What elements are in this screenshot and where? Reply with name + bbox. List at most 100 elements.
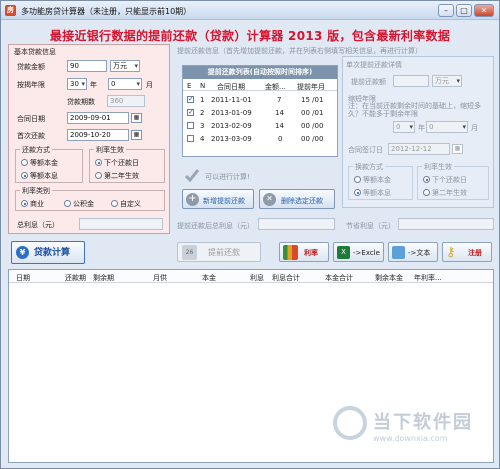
effect-second-year-radio[interactable]: 第二年生效 xyxy=(95,171,139,181)
radio-label: 下个还款日 xyxy=(432,176,467,184)
chart-icon xyxy=(283,245,298,260)
schedule-header: 日期 还款期 剩余期 月供 本金 利息 利息合计 本金合计 剩余本金 年利率..… xyxy=(9,270,493,283)
periods-label: 贷款期数 xyxy=(67,98,95,106)
row-amount: 14 xyxy=(275,122,284,130)
method-equal-principal-radio[interactable]: 等额本金 xyxy=(21,158,58,168)
detail-amount-label: 提前还款额 xyxy=(351,78,386,86)
amount-label: 贷款金额 xyxy=(17,63,45,71)
effect-next-date-radio[interactable]: 下个还款日 xyxy=(95,158,139,168)
row-ym: 00 /00 xyxy=(301,135,324,143)
watermark-logo-icon xyxy=(333,406,367,440)
years-label: 按揭年限 xyxy=(17,81,45,89)
detail-effect-group: 利率生效 下个还款日 第二年生效 xyxy=(417,162,489,200)
detail-years-unit: 年 xyxy=(418,124,425,132)
window-title: 多功能房贷计算器（未注册，只能显示前10期） xyxy=(21,7,192,16)
row-amount: 7 xyxy=(277,96,282,104)
first-pay-label: 首次还款 xyxy=(17,132,45,140)
prepay-row[interactable]: ✓ 1 2011-11-01 7 15 /01 xyxy=(183,94,337,106)
row-date: 2013-02-09 xyxy=(211,122,252,130)
add-prepay-button[interactable]: + 新增提前还款 xyxy=(182,189,254,209)
can-calc-text: 可以进行计算! xyxy=(205,173,250,181)
saved-interest-label: 节省利息（元） xyxy=(346,222,395,230)
basic-loan-panel: 基本贷款信息 贷款金额 90 万元 按揭年限 30 年 0 月 贷款期数 360… xyxy=(8,44,170,234)
key-icon: ⚷ xyxy=(446,245,456,260)
years-unit: 年 xyxy=(90,81,97,89)
close-button[interactable]: ✕ xyxy=(474,4,494,17)
col-e: E xyxy=(187,82,192,90)
detail-unit-select: 万元 xyxy=(432,75,462,87)
row-checkbox[interactable] xyxy=(187,135,194,142)
prepay-row[interactable]: 4 2013-03-09 0 00 /00 xyxy=(183,133,337,145)
watermark: 当下软件园 www.downxia.com xyxy=(333,396,493,460)
radio-label: 商业 xyxy=(30,200,44,208)
loan-calc-label: 贷款计算 xyxy=(34,248,71,258)
detail-months-select: 0 xyxy=(426,121,468,133)
method-equal-installment-radio[interactable]: 等额本息 xyxy=(21,171,58,181)
radio-label: 第二年生效 xyxy=(432,189,467,197)
first-pay-field[interactable]: 2009-10-20 xyxy=(67,129,129,141)
app-banner: 最接近银行数据的提前还款（贷款）计算器 2013 版，包含最新利率数据 xyxy=(49,29,451,43)
calendar-icon[interactable]: ▦ xyxy=(131,130,142,140)
row-checkbox[interactable]: ✓ xyxy=(187,109,194,116)
rate-custom-radio[interactable]: 自定义 xyxy=(111,199,141,209)
years-select[interactable]: 30 xyxy=(67,78,87,90)
title-bar: 房 多功能房贷计算器（未注册，只能显示前10期） – □ ✕ xyxy=(1,1,499,20)
col-remaining-principal: 剩余本金 xyxy=(375,274,403,282)
rate-commercial-radio[interactable]: 商业 xyxy=(21,199,44,209)
watermark-url: www.downxia.com xyxy=(373,434,448,443)
effect-group-title: 利率生效 xyxy=(94,145,126,155)
prepay-list[interactable]: 提前还款列表(自动按照时间排序) E N 合同日期 金额... 提前年月 ✓ 1… xyxy=(182,65,338,157)
row-ym: 00 /01 xyxy=(301,109,324,117)
rate-fund-radio[interactable]: 公积金 xyxy=(64,199,94,209)
radio-label: 等额本金 xyxy=(30,159,58,167)
excel-label: ->Excle xyxy=(353,249,380,257)
col-date: 合同日期 xyxy=(217,83,245,91)
prepay-group-title: 提前还款信息（首先增加提前还款，并在列表右侧填写相关信息，再进行计算） xyxy=(177,47,422,55)
amount-field[interactable]: 90 xyxy=(67,60,107,72)
radio-label: 公积金 xyxy=(73,200,94,208)
delete-prepay-button[interactable]: ✕ 删除选定还款 xyxy=(259,189,335,209)
col-n: N xyxy=(200,82,206,90)
detail-equal-installment-radio: 等额本息 xyxy=(354,188,391,198)
col-date: 日期 xyxy=(16,274,30,282)
contract-date-field[interactable]: 2009-09-01 xyxy=(67,112,129,124)
col-remaining: 剩余期 xyxy=(93,274,114,282)
detail-amount-field xyxy=(393,75,429,87)
maximize-button[interactable]: □ xyxy=(456,4,472,17)
loan-calc-button[interactable]: ¥ 贷款计算 xyxy=(11,241,85,264)
row-date: 2011-11-01 xyxy=(211,96,252,104)
col-annual-rate: 年利率... xyxy=(414,274,442,282)
app-window: 房 多功能房贷计算器（未注册，只能显示前10期） – □ ✕ 最接近银行数据的提… xyxy=(0,0,500,469)
prepay-row[interactable]: ✓ 2 2013-01-09 14 00 /01 xyxy=(183,107,337,119)
col-period: 还款期 xyxy=(65,274,86,282)
detail-years-select: 0 xyxy=(393,121,415,133)
amount-unit-select[interactable]: 万元 xyxy=(110,60,140,72)
total-interest-field xyxy=(79,218,163,230)
row-n: 3 xyxy=(200,122,205,130)
text-label: ->文本 xyxy=(408,249,431,257)
detail-group-title: 单次提前还款详情 xyxy=(346,61,402,69)
adjust-date-field: 2012-12-12 xyxy=(388,143,450,155)
row-date: 2013-01-09 xyxy=(211,109,252,117)
prepay-row[interactable]: 3 2013-02-09 14 00 /00 xyxy=(183,120,337,132)
register-button[interactable]: ⚷ 注册 xyxy=(442,242,492,262)
effect-group: 利率生效 下个还款日 第二年生效 xyxy=(89,145,165,183)
check-icon xyxy=(184,167,200,183)
export-text-button[interactable]: ->文本 xyxy=(388,242,438,262)
export-excel-button[interactable]: X ->Excle xyxy=(333,242,384,262)
row-checkbox[interactable] xyxy=(187,122,194,129)
shorten-note: 注：在当前还款剩余时间的基础上，缩短多久？不能多于剩余年限 xyxy=(348,102,481,118)
row-amount: 14 xyxy=(275,109,284,117)
contract-date-label: 合同日期 xyxy=(17,115,45,123)
minimize-button[interactable]: – xyxy=(438,4,454,17)
prepay-calc-label: 提前还款 xyxy=(208,248,240,257)
detail-effect-title: 利率生效 xyxy=(422,162,454,172)
radio-label: 第二年生效 xyxy=(104,172,139,180)
col-year-month: 提前年月 xyxy=(297,83,325,91)
row-ym: 15 /01 xyxy=(301,96,324,104)
rate-button[interactable]: 利率 xyxy=(279,242,329,262)
calendar-icon[interactable]: ▦ xyxy=(131,113,142,123)
months-select[interactable]: 0 xyxy=(108,78,142,90)
delete-prepay-label: 删除选定还款 xyxy=(281,197,323,205)
row-checkbox[interactable]: ✓ xyxy=(187,96,194,103)
